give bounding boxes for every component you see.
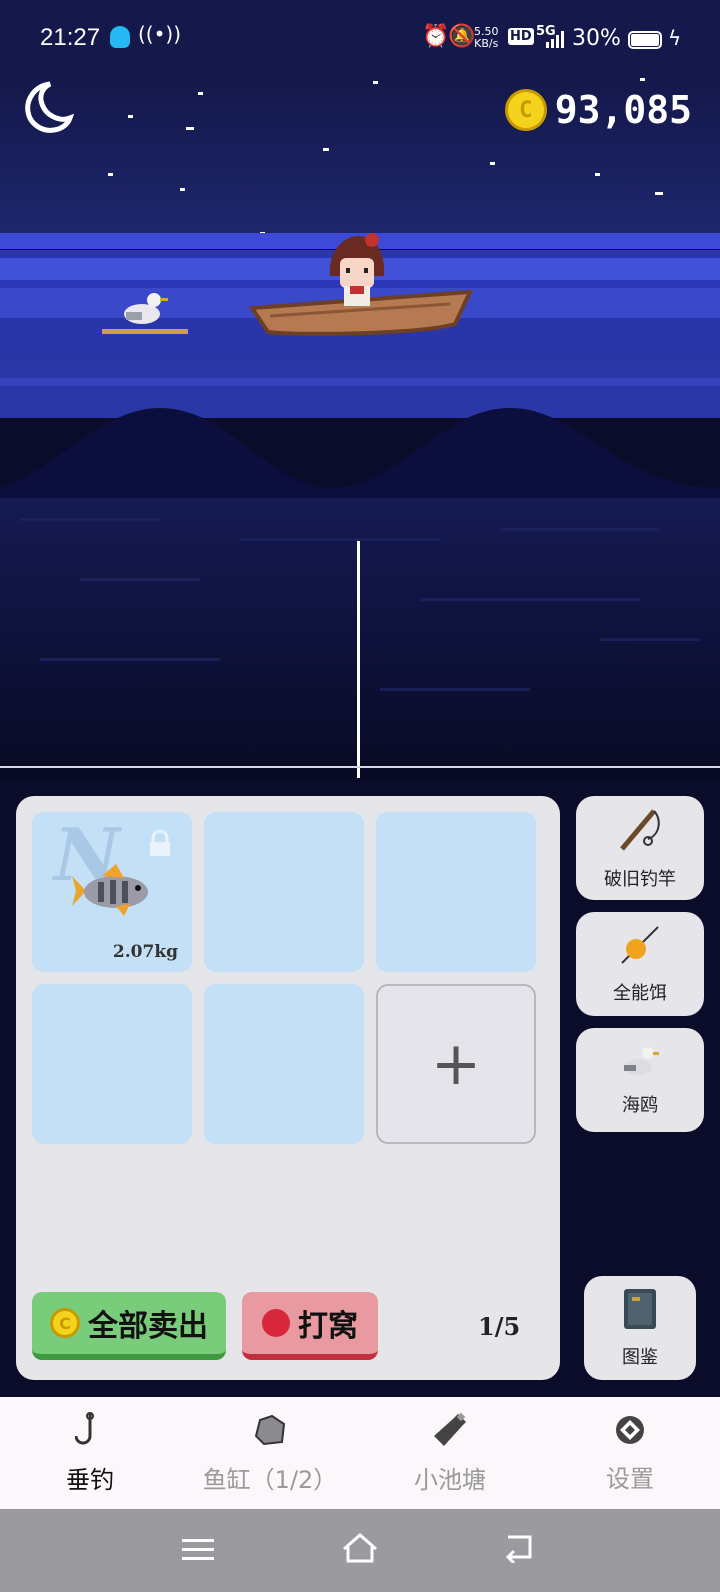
tab-fishing[interactable]: 垂钓: [0, 1397, 180, 1509]
fishing-rod-icon: [616, 805, 664, 857]
encyclopedia-label: 图鉴: [622, 1347, 658, 1368]
bottle-icon: [432, 1412, 468, 1452]
hd-badge: HD: [508, 28, 534, 45]
system-nav-bar: [0, 1509, 720, 1592]
fish-weight: 2.07kg: [112, 942, 178, 962]
chum-button[interactable]: 打窝: [242, 1292, 378, 1360]
inventory-slot-1[interactable]: N 2.07kg: [32, 812, 192, 972]
clock: 21:27: [40, 24, 101, 51]
battery-icon: [628, 31, 662, 49]
back-icon[interactable]: [502, 1533, 536, 1567]
equip-bait[interactable]: 全能饵: [576, 912, 704, 1016]
tab-settings-label: 设置: [606, 1464, 654, 1493]
net-speed-unit: KB/s: [474, 37, 499, 50]
book-icon: [622, 1287, 658, 1335]
rock-icon: [252, 1412, 288, 1452]
equip-fishing-rod[interactable]: 破旧钓竿: [576, 796, 704, 900]
chum-ball-icon: [262, 1309, 290, 1337]
tab-small-pond[interactable]: 小池塘: [360, 1397, 540, 1509]
net-speed: 5.50 KB/s: [474, 26, 499, 50]
encyclopedia-button[interactable]: 图鉴: [584, 1276, 696, 1380]
sell-all-button[interactable]: C 全部卖出: [32, 1292, 226, 1360]
bait-label: 全能饵: [613, 983, 667, 1004]
charging-icon: ϟ: [668, 26, 682, 50]
equip-seagull[interactable]: 海鸥: [576, 1028, 704, 1132]
mute-icon: 🔕: [448, 24, 476, 49]
moon-icon[interactable]: [20, 80, 75, 134]
alarm-icon: ⏰: [422, 24, 450, 49]
sell-all-label: 全部卖出: [88, 1309, 208, 1344]
seagull-icon: [620, 1043, 660, 1083]
home-icon[interactable]: [340, 1531, 380, 1569]
fish-icon: [72, 864, 156, 922]
tab-settings[interactable]: 设置: [540, 1397, 720, 1509]
status-bar: 21:27 ((•)) ⏰ 🔕 5.50 KB/s HD 5G 30% ϟ: [0, 0, 720, 78]
tab-fish-tank-label: 鱼缸（1/2）: [202, 1465, 338, 1494]
coin-icon: C: [504, 89, 547, 131]
scene-background: [0, 78, 720, 778]
chum-label: 打窝: [298, 1309, 358, 1344]
menu-icon[interactable]: [182, 1537, 214, 1567]
fishing-rod-label: 破旧钓竿: [604, 869, 676, 890]
fishing-scene[interactable]: [0, 78, 720, 778]
tab-fishing-label: 垂钓: [66, 1465, 114, 1494]
lock-icon[interactable]: [146, 829, 174, 862]
inventory-slot-4[interactable]: [32, 984, 192, 1144]
battery-percent: 30%: [572, 26, 621, 51]
inventory-slot-3[interactable]: [376, 812, 536, 972]
bottom-nav: 垂钓 鱼缸（1/2） 小池塘 设置: [0, 1397, 720, 1509]
signal-icon: [546, 30, 566, 48]
tab-fish-tank[interactable]: 鱼缸（1/2）: [180, 1397, 360, 1509]
settings-icon: [613, 1413, 647, 1451]
seagull-label: 海鸥: [622, 1095, 658, 1116]
coin-counter: C 93,085: [504, 84, 692, 136]
qq-icon: [110, 26, 130, 48]
coin-amount: 93,085: [554, 88, 692, 132]
inventory-slot-5[interactable]: [204, 984, 364, 1144]
tab-small-pond-label: 小池塘: [414, 1465, 486, 1494]
coin-icon: C: [50, 1308, 80, 1338]
capacity-counter: 1/5: [478, 1312, 521, 1341]
hook-icon: [74, 1411, 105, 1452]
bait-icon: [618, 923, 662, 971]
inventory-slot-2[interactable]: [204, 812, 364, 972]
add-slot-button[interactable]: +: [376, 984, 536, 1144]
hotspot-icon: ((•)): [138, 22, 182, 46]
